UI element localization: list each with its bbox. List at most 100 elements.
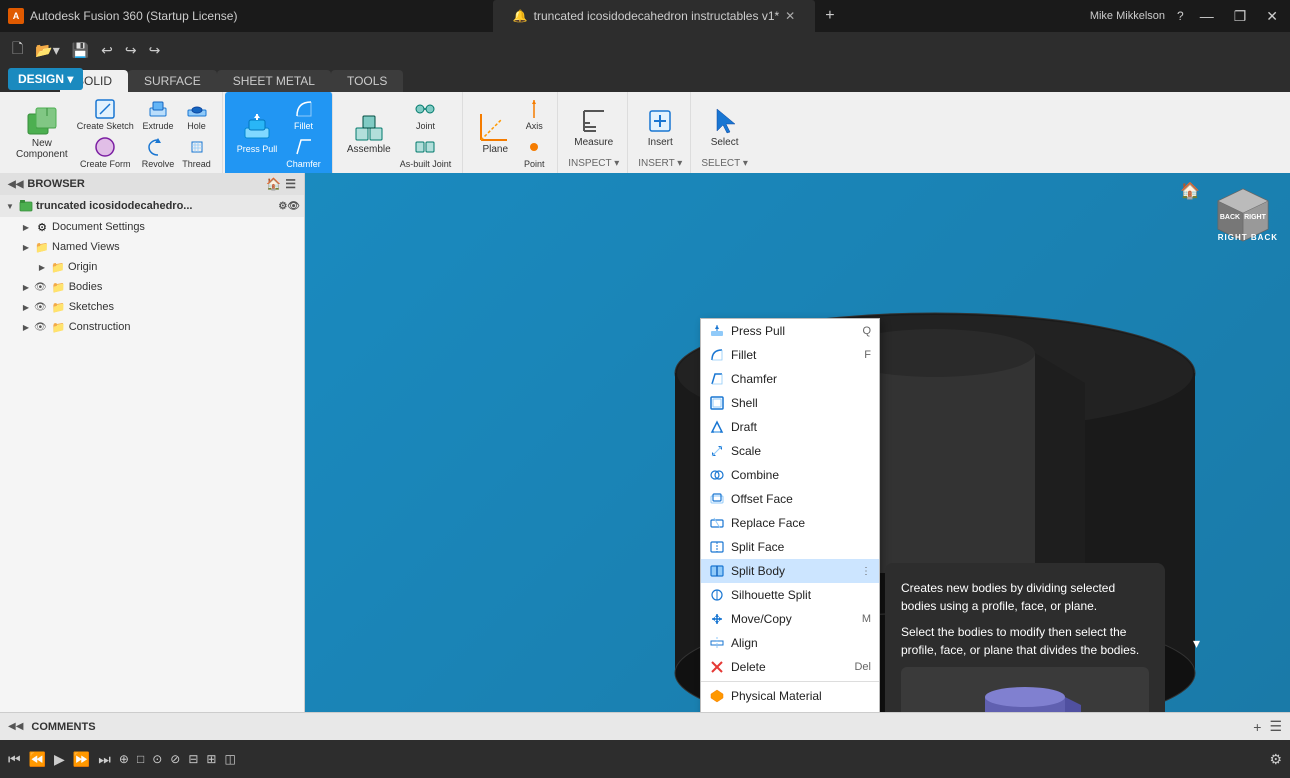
comments-menu-icon[interactable]: ☰ (1269, 718, 1282, 735)
browser-menu-btn[interactable]: ☰ (285, 177, 296, 191)
view-cube[interactable]: RIGHT BACK RIGHT BACK (1208, 181, 1278, 251)
comments-collapse-icon[interactable]: ◀◀ (8, 721, 23, 732)
create-sketch-btn[interactable]: Create Sketch (74, 96, 137, 132)
tab-surface[interactable]: SURFACE (128, 70, 217, 92)
expand-origin-icon[interactable]: ▶ (36, 261, 48, 273)
create-form-btn[interactable]: Create Form (74, 134, 137, 170)
select-btn[interactable]: Select (703, 103, 747, 150)
menu-separator-1 (701, 681, 879, 682)
playback-play-btn[interactable]: ▶ (54, 751, 65, 768)
point-btn[interactable]: Point (519, 134, 549, 170)
browser-item-sketches[interactable]: ▶ 👁 📁 Sketches (0, 297, 304, 317)
browser-item-construction[interactable]: ▶ 👁 📁 Construction (0, 317, 304, 337)
menu-item-move-copy[interactable]: Move/Copy M (701, 607, 879, 631)
timeline-icon-5[interactable]: ⊟ (188, 752, 198, 766)
qa-redo2[interactable]: ↪ (145, 40, 165, 61)
expand-doc-settings-icon[interactable]: ▶ (20, 221, 32, 233)
playback-last-btn[interactable]: ⏭ (98, 751, 111, 768)
sketches-eye-icon[interactable]: 👁 (34, 302, 47, 313)
timeline-icon-3[interactable]: ⊙ (152, 752, 162, 766)
viewport-home-btn[interactable]: 🏠 (1180, 181, 1200, 201)
viewcube-back-label: BACK (1251, 233, 1278, 242)
menu-item-physical-material[interactable]: Physical Material (701, 684, 879, 708)
browser-item-origin[interactable]: ▶ 📁 Origin (0, 257, 304, 277)
menu-item-fillet[interactable]: Fillet F (701, 343, 879, 367)
menu-item-align[interactable]: Align (701, 631, 879, 655)
axis-btn[interactable]: Axis (519, 96, 549, 132)
create-new-component-btn[interactable]: NewComponent (12, 104, 72, 162)
browser-item-doc-settings[interactable]: ▶ ⚙ Document Settings (0, 217, 304, 237)
browser-item-named-views[interactable]: ▶ 📁 Named Views (0, 237, 304, 257)
assemble-btn[interactable]: Assemble (343, 110, 395, 157)
settings-icon[interactable]: ⚙ (1269, 751, 1282, 768)
menu-item-draft[interactable]: Draft (701, 415, 879, 439)
close-btn[interactable]: ✕ (1262, 8, 1282, 25)
press-pull-btn[interactable]: Press Pull (233, 110, 282, 156)
menu-item-combine[interactable]: Combine (701, 463, 879, 487)
menu-item-replace-face[interactable]: Replace Face (701, 511, 879, 535)
inspect-btn[interactable]: Measure (570, 103, 617, 150)
menu-item-shell[interactable]: Shell (701, 391, 879, 415)
qa-redo[interactable]: ↪ (121, 40, 141, 61)
hole-btn[interactable]: Hole (179, 96, 214, 132)
root-settings-icon[interactable]: ⚙ (278, 201, 287, 212)
timeline-icon-2[interactable]: □ (137, 752, 144, 766)
playback-next-btn[interactable]: ⏩ (73, 751, 90, 768)
expand-root-icon[interactable]: ▼ (4, 200, 16, 212)
viewport-expand-icon[interactable]: ▾ (1193, 635, 1200, 652)
align-menu-icon (709, 635, 725, 651)
expand-bodies-icon[interactable]: ▶ (20, 281, 32, 293)
expand-construction-icon[interactable]: ▶ (20, 321, 32, 333)
restore-btn[interactable]: ❐ (1230, 8, 1251, 25)
browser-item-bodies[interactable]: ▶ 👁 📁 Bodies (0, 277, 304, 297)
chamfer-ribbon-btn[interactable]: Chamfer (283, 134, 324, 170)
expand-named-views-icon[interactable]: ▶ (20, 241, 32, 253)
menu-item-press-pull[interactable]: Press Pull Q (701, 319, 879, 343)
named-views-label: Named Views (52, 241, 120, 253)
help-icon[interactable]: ? (1177, 9, 1184, 23)
qa-save[interactable]: 💾 (68, 40, 93, 61)
menu-item-appearance[interactable]: Appearance A (701, 708, 879, 712)
playback-first-btn[interactable]: ⏮ (8, 751, 21, 768)
playback-prev-btn[interactable]: ⏪ (29, 751, 46, 768)
thread-btn[interactable]: Thread (179, 134, 214, 170)
root-visibility-icon[interactable]: 👁 (287, 201, 300, 212)
construction-eye-icon[interactable]: 👁 (34, 322, 47, 333)
fillet-ribbon-btn[interactable]: Fillet (283, 96, 324, 132)
menu-item-split-body[interactable]: Split Body ⋮ (701, 559, 879, 583)
timeline-icon-6[interactable]: ⊞ (206, 752, 216, 766)
qa-open[interactable]: 📂▾ (31, 40, 63, 61)
timeline-icon-1[interactable]: ⊕ (119, 752, 129, 766)
menu-item-silhouette-split[interactable]: Silhouette Split (701, 583, 879, 607)
qa-undo[interactable]: ↩ (97, 40, 117, 61)
browser-item-root[interactable]: ▼ truncated icosidodecahedro... ⚙ 👁 (0, 195, 304, 217)
menu-item-delete[interactable]: Delete Del (701, 655, 879, 679)
menu-item-offset-face[interactable]: Offset Face (701, 487, 879, 511)
qa-new[interactable]: 🗋 (8, 36, 27, 64)
construct-btn[interactable]: Plane (473, 110, 517, 157)
viewport-3d[interactable]: Press Pull Q Fillet F Chamfer (305, 173, 1290, 712)
close-file-btn[interactable]: ✕ (785, 9, 795, 23)
file-tab[interactable]: 🔔 truncated icosidodecahedron instructab… (493, 0, 816, 32)
root-icon (18, 198, 34, 214)
bodies-eye-icon[interactable]: 👁 (34, 282, 47, 293)
extrude-btn[interactable]: Extrude (139, 96, 178, 132)
joint-btn[interactable]: Joint (397, 96, 455, 132)
insert-btn[interactable]: Insert (638, 103, 682, 150)
menu-item-chamfer[interactable]: Chamfer (701, 367, 879, 391)
menu-item-split-face[interactable]: Split Face (701, 535, 879, 559)
timeline-icon-7[interactable]: ◫ (224, 752, 235, 766)
menu-item-scale[interactable]: Scale (701, 439, 879, 463)
as-built-joint-btn[interactable]: As-built Joint (397, 134, 455, 170)
design-button[interactable]: DESIGN ▾ (8, 68, 83, 90)
browser-collapse-icon[interactable]: ◀◀ (8, 179, 23, 190)
tab-sheet-metal[interactable]: SHEET METAL (217, 70, 331, 92)
comments-add-icon[interactable]: + (1253, 719, 1261, 735)
new-tab-btn[interactable]: + (825, 7, 834, 25)
timeline-icon-4[interactable]: ⊘ (170, 752, 180, 766)
browser-home-btn[interactable]: 🏠 (266, 177, 281, 191)
expand-sketches-icon[interactable]: ▶ (20, 301, 32, 313)
tab-tools[interactable]: TOOLS (331, 70, 403, 92)
minimize-btn[interactable]: — (1196, 8, 1218, 24)
revolve-btn[interactable]: Revolve (139, 134, 178, 170)
